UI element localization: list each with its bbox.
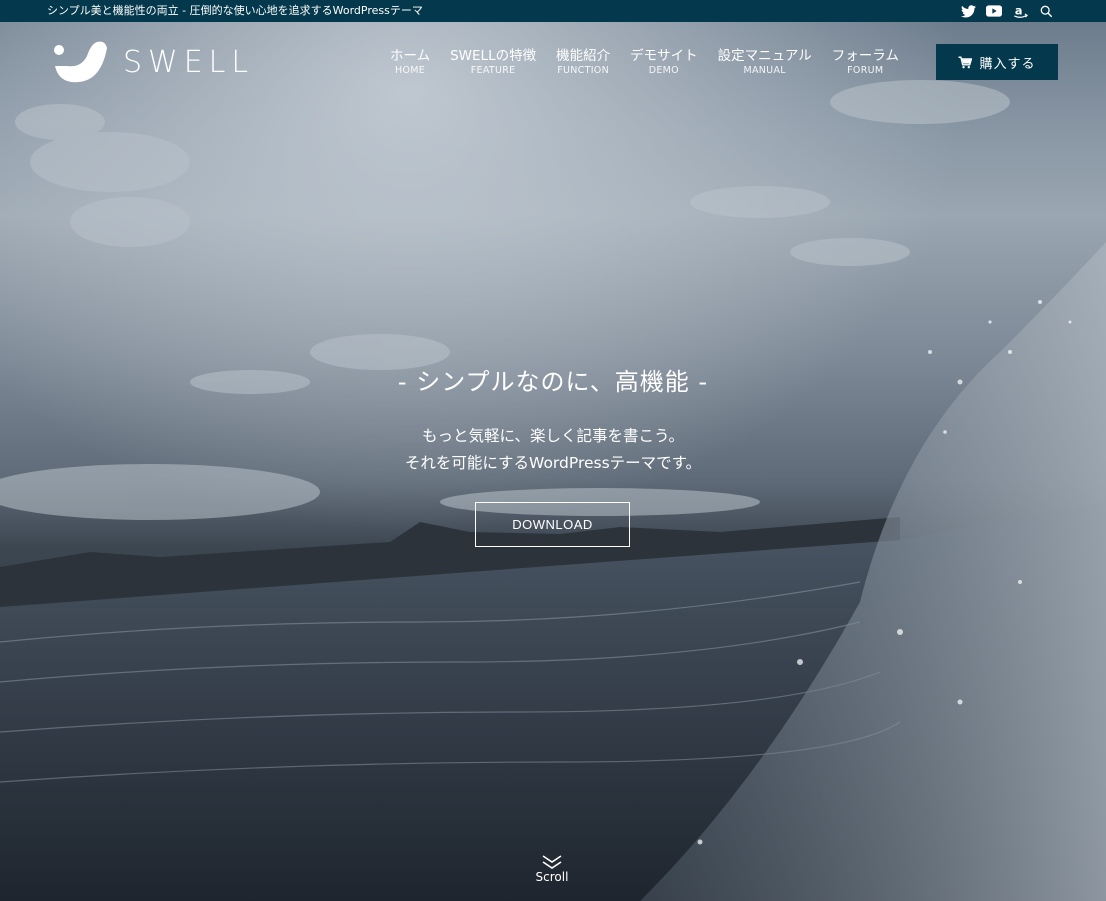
nav-label-ja: SWELLの特徴 (450, 48, 537, 64)
cart-icon (958, 56, 973, 69)
hero-subtitle-line-2: それを可能にするWordPressテーマです。 (404, 454, 702, 472)
nav-item-feature[interactable]: SWELLの特徴 FEATURE (450, 48, 536, 78)
top-bar: シンプル美と機能性の両立 - 圧倒的な使い心地を追求するWordPressテーマ… (0, 0, 1106, 22)
search-icon[interactable] (1038, 3, 1054, 19)
nav-label-en: DEMO (648, 65, 679, 76)
global-nav: ホーム HOME SWELLの特徴 FEATURE 機能紹介 FUNCTION … (380, 48, 909, 78)
hero-section: SWELL ホーム HOME SWELLの特徴 FEATURE 機能紹介 FUN… (0, 22, 1106, 901)
twitter-icon[interactable] (960, 3, 976, 19)
nav-label-ja: 機能紹介 (556, 48, 611, 64)
social-icons: a (950, 0, 1054, 22)
scroll-label: Scroll (535, 870, 569, 884)
download-button[interactable]: DOWNLOAD (475, 502, 630, 547)
nav-label-ja: デモサイト (630, 48, 698, 64)
site-tagline: シンプル美と機能性の両立 - 圧倒的な使い心地を追求するWordPressテーマ (47, 4, 423, 17)
nav-item-manual[interactable]: 設定マニュアル MANUAL (718, 48, 812, 78)
chevron-down-icon (520, 854, 584, 870)
nav-label-ja: 設定マニュアル (717, 48, 812, 64)
nav-item-forum[interactable]: フォーラム FORUM (832, 48, 899, 78)
hero-subtitle-line-1: もっと気軽に、楽しく記事を書こう。 (421, 427, 685, 445)
amazon-icon[interactable]: a (1012, 3, 1028, 19)
buy-button-label: 購入する (979, 55, 1036, 71)
nav-label-en: HOME (395, 65, 426, 76)
nav-label-en: FORUM (847, 65, 884, 76)
nav-label-ja: フォーラム (831, 48, 899, 64)
swell-logo-icon (54, 41, 107, 83)
logo-text: SWELL (123, 44, 255, 80)
hero-title: - シンプルなのに、高機能 - (397, 368, 709, 396)
nav-item-demo[interactable]: デモサイト DEMO (630, 48, 698, 78)
nav-label-en: MANUAL (743, 65, 786, 76)
nav-item-function[interactable]: 機能紹介 FUNCTION (556, 48, 610, 78)
svg-text:a: a (1014, 4, 1022, 17)
scroll-indicator[interactable]: Scroll (520, 854, 584, 884)
hero-subtitle: もっと気軽に、楽しく記事を書こう。 それを可能にするWordPressテーマです… (0, 423, 1106, 477)
nav-label-en: FEATURE (470, 65, 516, 76)
youtube-icon[interactable] (986, 3, 1002, 19)
site-logo[interactable]: SWELL (53, 40, 254, 84)
nav-item-home[interactable]: ホーム HOME (390, 48, 430, 78)
buy-button[interactable]: 購入する (936, 44, 1058, 80)
nav-label-en: FUNCTION (557, 65, 609, 76)
hero-catchcopy: - シンプルなのに、高機能 - もっと気軽に、楽しく記事を書こう。 それを可能に… (0, 362, 1106, 477)
nav-label-ja: ホーム (390, 48, 431, 64)
